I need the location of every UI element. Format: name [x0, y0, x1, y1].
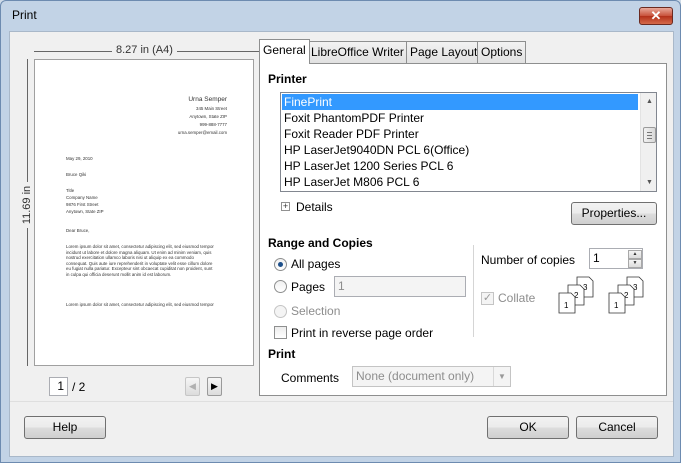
- print-heading: Print: [268, 347, 296, 361]
- preview-sender-line: Anytown, State ZIP: [189, 114, 227, 119]
- tab-options[interactable]: Options: [477, 41, 527, 63]
- printer-item[interactable]: HP LaserJet9040DN PCL 6(Office): [282, 142, 638, 158]
- svg-text:1: 1: [614, 301, 619, 310]
- footer-divider: [10, 401, 673, 402]
- preview-recipient-line: Company Name: [66, 195, 98, 200]
- printer-item[interactable]: HP LaserJet 1200 Series PCL 6: [282, 158, 638, 174]
- printer-list-scrollbar[interactable]: ▲ ▼: [640, 93, 656, 191]
- close-button[interactable]: ✕: [639, 7, 673, 25]
- print-dialog: Print ✕ 8.27 in (A4) 11.69 in Urna Sempe…: [0, 0, 681, 463]
- window-title: Print: [12, 8, 37, 22]
- chevron-down-icon[interactable]: ▼: [493, 367, 510, 386]
- preview-date: May 29, 2010: [66, 156, 93, 161]
- reverse-order-label[interactable]: Print in reverse page order: [291, 326, 433, 340]
- comments-selected-value: None (document only): [356, 369, 475, 383]
- details-expander-label[interactable]: Details: [296, 200, 333, 214]
- tab-page-layout[interactable]: Page Layout: [406, 41, 482, 63]
- copies-decrement-icon[interactable]: ▼: [628, 259, 642, 268]
- selection-radio[interactable]: [274, 305, 287, 318]
- printer-item[interactable]: Foxit PhantomPDF Printer: [282, 110, 638, 126]
- collate-label: Collate: [498, 291, 536, 305]
- page-height-label: 11.69 in: [21, 182, 33, 228]
- pages-range-input[interactable]: 1: [334, 276, 466, 297]
- range-copies-heading: Range and Copies: [268, 236, 373, 250]
- page-total-label: / 2: [72, 380, 86, 394]
- preview-sender-name: Urna Semper: [188, 96, 227, 103]
- title-bar: Print ✕: [1, 1, 680, 31]
- preview-salutation: Dear Bruce,: [66, 228, 90, 233]
- page-width-label: 8.27 in (A4): [112, 44, 177, 56]
- preview-recipient-line: Anytown, State ZIP: [66, 209, 104, 214]
- svg-text:1: 1: [564, 301, 569, 310]
- previous-page-button[interactable]: ◀: [185, 377, 200, 396]
- scroll-down-icon[interactable]: ▼: [641, 174, 656, 191]
- comments-label: Comments: [281, 371, 340, 385]
- page-height-indicator: 11.69 in: [20, 59, 34, 366]
- tab-libreoffice-writer[interactable]: LibreOffice Writer: [307, 41, 408, 63]
- copies-increment-icon[interactable]: ▲: [628, 250, 642, 259]
- current-page-field[interactable]: 1: [49, 377, 68, 396]
- scroll-up-icon[interactable]: ▲: [641, 93, 656, 110]
- printer-item[interactable]: HP LaserJet M806 PCL 6: [282, 174, 638, 190]
- dialog-body: 8.27 in (A4) 11.69 in Urna Semper 345 Ma…: [9, 31, 674, 457]
- expand-plus-icon[interactable]: +: [281, 202, 290, 211]
- printer-heading: Printer: [268, 72, 307, 86]
- all-pages-radio[interactable]: [274, 258, 287, 271]
- help-button[interactable]: Help: [24, 416, 106, 439]
- preview-sender-line: urna.semper@email.com: [177, 130, 227, 135]
- properties-button[interactable]: Properties...: [571, 202, 657, 225]
- all-pages-label[interactable]: All pages: [291, 257, 340, 271]
- number-of-copies-label: Number of copies: [481, 253, 576, 267]
- scrollbar-thumb[interactable]: [643, 127, 656, 143]
- preview-recipient-line: Bruce Qiki: [66, 172, 87, 177]
- page-width-indicator: 8.27 in (A4): [34, 44, 260, 58]
- collate-checkbox[interactable]: ✓: [481, 292, 494, 305]
- preview-sender-line: 345 Main Street: [196, 106, 227, 111]
- printer-item[interactable]: Foxit Reader PDF Printer: [282, 126, 638, 142]
- collated-pages-icon: 3 2 1: [608, 276, 644, 314]
- range-copies-divider: [473, 245, 474, 337]
- next-page-button[interactable]: ▶: [207, 377, 222, 396]
- selection-label: Selection: [291, 304, 341, 318]
- printer-list[interactable]: FinePrint Foxit PhantomPDF Printer Foxit…: [280, 92, 657, 192]
- page-preview: Urna Semper 345 Main Street Anytown, Sta…: [34, 59, 254, 366]
- preview-paragraph: Lorem ipsum dolor sit amet, consectetur …: [66, 302, 214, 307]
- pages-label[interactable]: Pages: [291, 280, 325, 294]
- tab-general[interactable]: General: [259, 39, 310, 64]
- ok-button[interactable]: OK: [487, 416, 569, 439]
- preview-recipient-line: Title: [66, 188, 75, 193]
- preview-recipient-line: 9876 First Street: [66, 202, 99, 207]
- general-tab-panel: Printer FinePrint Foxit PhantomPDF Print…: [259, 63, 667, 396]
- cancel-button[interactable]: Cancel: [576, 416, 658, 439]
- preview-paragraph: Lorem ipsum dolor sit amet, consectetur …: [66, 244, 214, 277]
- printer-item-fineprint[interactable]: FinePrint: [282, 94, 638, 110]
- reverse-order-checkbox[interactable]: [274, 326, 287, 339]
- pages-radio[interactable]: [274, 280, 287, 293]
- uncollated-pages-icon: 3 2 1: [558, 276, 594, 314]
- comments-dropdown[interactable]: None (document only) ▼: [352, 366, 511, 387]
- preview-sender-line: 999-888-7777: [199, 122, 227, 127]
